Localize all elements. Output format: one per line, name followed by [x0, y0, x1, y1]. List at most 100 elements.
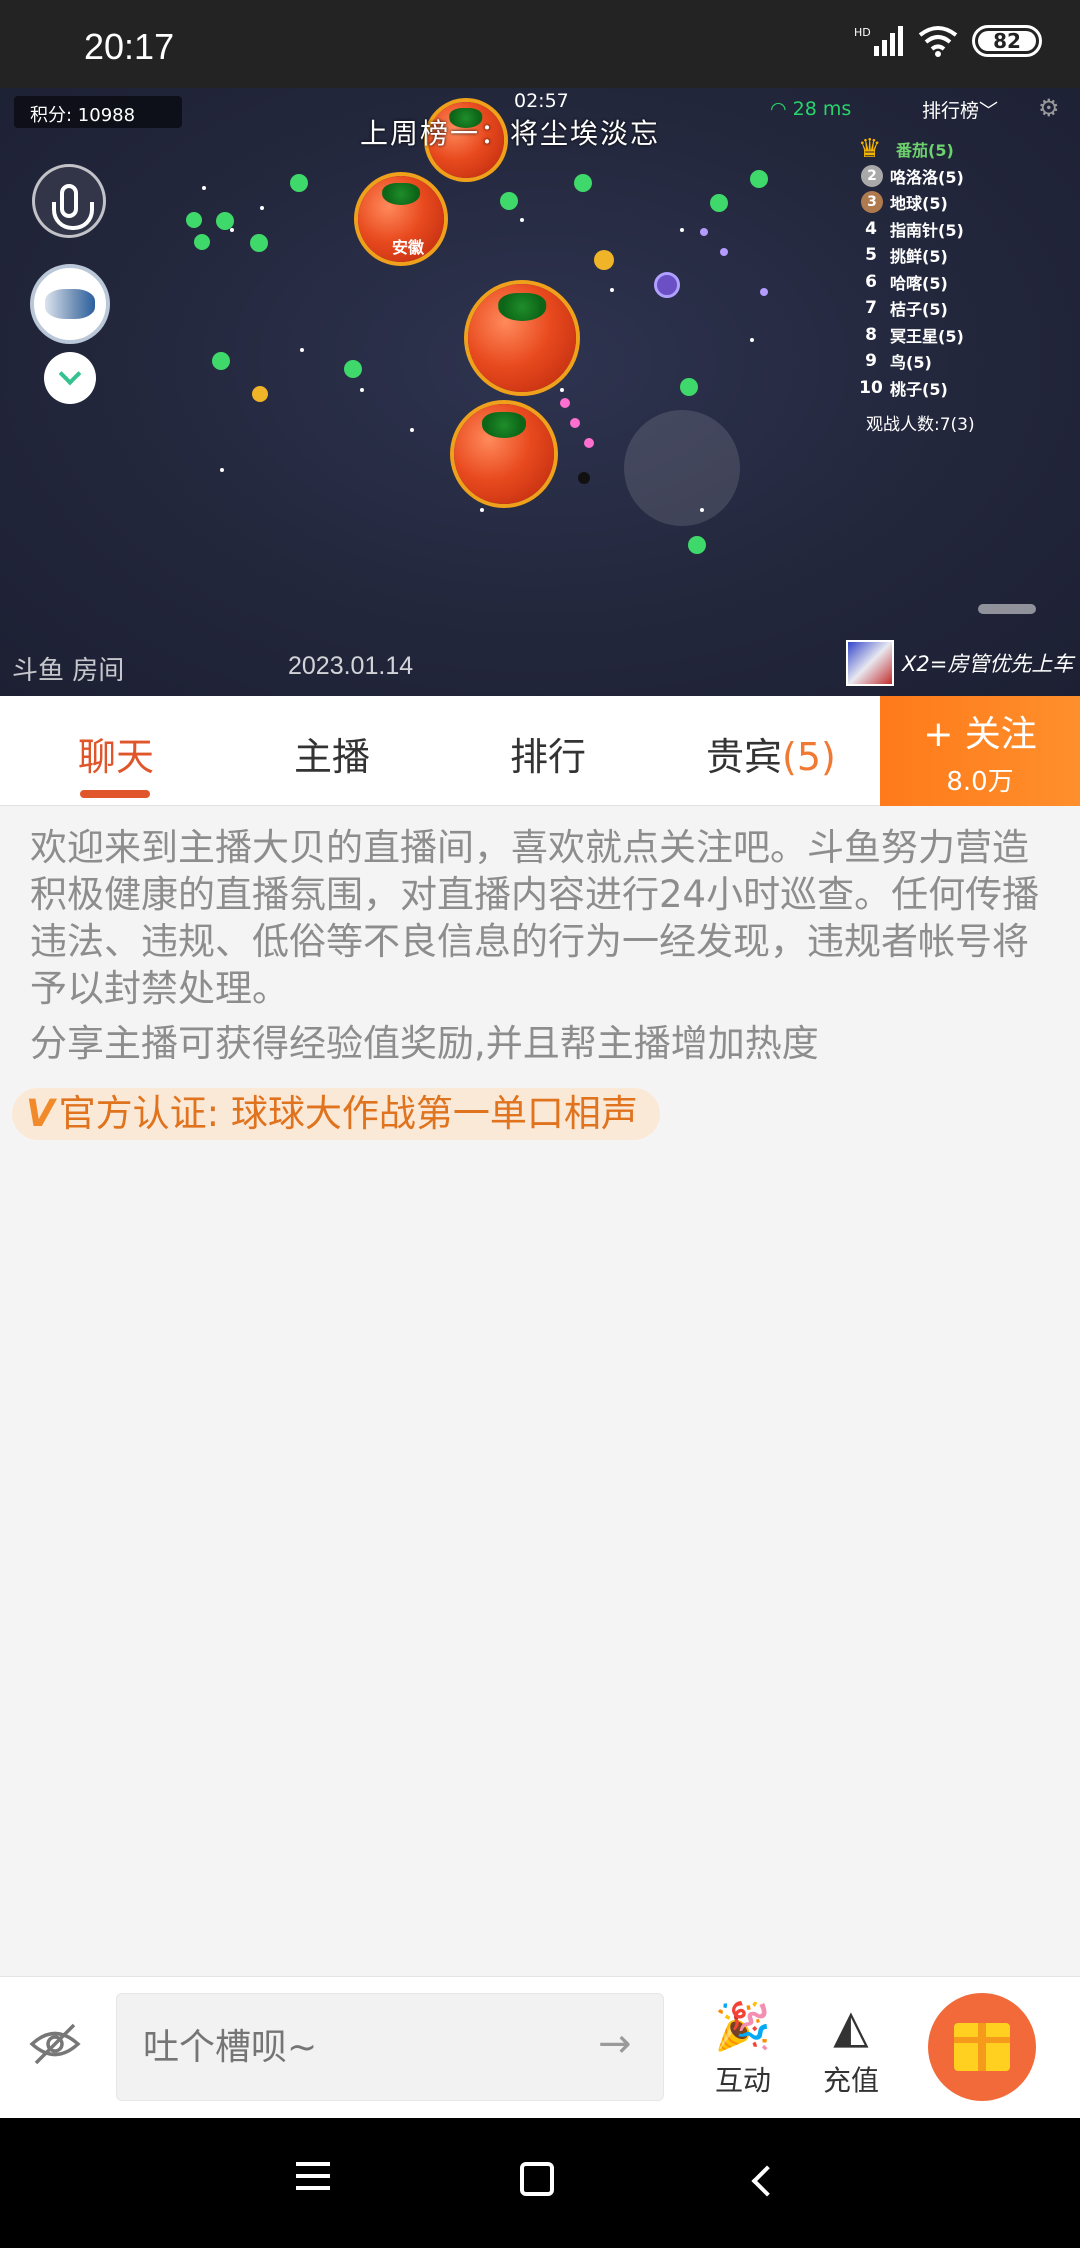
enemy-cell — [584, 438, 594, 448]
food-dot — [610, 288, 614, 292]
crown-icon: ♛ — [858, 134, 882, 165]
video-scroll-handle[interactable] — [978, 604, 1036, 614]
leaderboard-row: ♛ 番茄(5) — [858, 134, 954, 165]
leaderboard-row: 9 鸟(5) — [865, 351, 932, 373]
home-icon[interactable] — [520, 2162, 554, 2196]
joystick[interactable] — [624, 410, 740, 526]
chat-input-bar: → 🎉 互动 ◭ 充值 — [0, 1976, 1080, 2118]
gift-icon — [954, 2023, 1010, 2071]
verified-v-icon: V — [26, 1092, 55, 1135]
green-cell — [750, 170, 768, 188]
system-nav-bar — [0, 2118, 1080, 2248]
wifi-small-icon: ◠ — [770, 98, 793, 120]
leaderboard-row: 4 指南针(5) — [865, 218, 964, 240]
room-tabs: 聊天 主播 排行 贵宾(5) + 关注 8.0万 — [0, 696, 1080, 806]
food-dot — [750, 338, 754, 342]
green-cell — [290, 174, 308, 192]
enemy-cell — [570, 418, 580, 428]
enemy-cell — [760, 288, 768, 296]
share-tip-message: 分享主播可获得经验值奖励,并且帮主播增加热度 — [30, 1022, 819, 1065]
follow-button[interactable]: + 关注 8.0万 — [880, 696, 1080, 806]
promo-overlay: X2=房管优先上车 — [846, 640, 1073, 686]
score-display: 积分: 10988 — [14, 96, 182, 128]
green-cell — [710, 194, 728, 212]
leaderboard-row: 2 咯洛洛(5) — [858, 163, 1058, 190]
spectator-count: 观战人数:7(3) — [866, 415, 975, 435]
food-dot — [410, 428, 414, 432]
status-bar: 20:17 HD 82 — [0, 0, 1080, 88]
green-cell — [216, 212, 234, 230]
tab-ranking[interactable]: 排行 — [510, 726, 586, 781]
green-cell — [194, 234, 210, 250]
enemy-cell — [700, 228, 708, 236]
verified-badge: V 官方认证: 球球大作战第一单口相声 — [12, 1088, 660, 1140]
live-video-player[interactable]: 安徽 积分: 10988 02:57 上周榜一：将尘埃淡忘 ◠ 28 ms 排行… — [0, 88, 1080, 696]
food-dot — [360, 388, 364, 392]
chat-panel[interactable]: 欢迎来到主播大贝的直播间，喜欢就点关注吧。斗鱼努力营造积极健康的直播氛围，对直播… — [0, 806, 1080, 1976]
wifi-icon — [918, 26, 958, 57]
tomato-cell — [454, 404, 554, 504]
enemy-cell — [252, 386, 268, 402]
follow-label: + 关注 — [923, 713, 1037, 755]
recharge-label: 充值 — [822, 2064, 879, 2097]
leaderboard-toggle[interactable]: 排行榜﹀ — [922, 96, 998, 123]
tab-vip[interactable]: 贵宾(5) — [706, 726, 836, 781]
ping-indicator: ◠ 28 ms — [770, 98, 852, 120]
status-time: 20:17 — [84, 26, 175, 67]
follower-count: 8.0万 — [946, 766, 1014, 797]
food-dot — [220, 468, 224, 472]
food-dot — [202, 186, 206, 190]
leaderboard-row: 10 桃子(5) — [859, 377, 948, 399]
leaderboard-row: 3 地球(5) — [858, 189, 1058, 216]
enemy-cell — [654, 272, 680, 298]
top-donor-banner: 上周榜一：将尘埃淡忘 — [360, 117, 661, 150]
gift-button[interactable] — [928, 1993, 1036, 2101]
mic-button[interactable] — [32, 164, 106, 238]
food-dot — [300, 348, 304, 352]
stream-date: 2023.01.14 — [288, 652, 414, 680]
battery-indicator: 82 — [972, 25, 1042, 57]
food-dot — [230, 228, 234, 232]
game-leaderboard: ♛ 番茄(5) 2 咯洛洛(5) 3 地球(5) 4 指南针(5) 5 挑鲜(5) 6 哈喀… — [858, 134, 1058, 401]
food-dot — [520, 218, 524, 222]
recharge-button[interactable]: ◭ 充值 — [806, 1993, 896, 2103]
tab-vip-label: 贵宾 — [706, 735, 783, 779]
tab-anchor[interactable]: 主播 — [294, 726, 370, 781]
douyu-watermark: 斗鱼 房间 — [12, 656, 125, 686]
hide-danmaku-icon[interactable] — [28, 2017, 82, 2071]
food-dot — [680, 228, 684, 232]
green-cell — [688, 536, 706, 554]
leaderboard-row: 5 挑鲜(5) — [865, 245, 948, 267]
game-timer: 02:57 — [514, 90, 569, 112]
enemy-cell — [578, 472, 590, 484]
collapse-button[interactable] — [44, 352, 96, 404]
send-arrow-icon[interactable]: → — [598, 2021, 632, 2067]
signal-icon: HD — [854, 26, 903, 56]
green-cell — [344, 360, 362, 378]
active-tab-indicator — [80, 790, 150, 798]
skill-button[interactable] — [30, 264, 110, 344]
comment-input[interactable] — [116, 1993, 664, 2101]
gear-icon[interactable]: ⚙ — [1038, 94, 1064, 122]
promo-thumbnail — [846, 640, 894, 686]
skill-icon — [45, 289, 95, 319]
tab-chat[interactable]: 聊天 — [78, 726, 154, 781]
enemy-cell — [560, 398, 570, 408]
green-cell — [212, 352, 230, 370]
tomato-cell-label: 安徽 — [392, 238, 425, 257]
party-popper-icon: 🎉 — [714, 1999, 772, 2053]
leaderboard-row: 6 哈喀(5) — [865, 271, 948, 293]
green-cell — [680, 378, 698, 396]
enemy-cell — [720, 248, 728, 256]
green-cell — [574, 174, 592, 192]
fish-fin-icon: ◭ — [833, 1999, 869, 2053]
interact-label: 互动 — [714, 2064, 771, 2097]
back-icon[interactable] — [751, 2165, 783, 2197]
menu-icon[interactable] — [296, 2162, 330, 2198]
food-dot — [260, 206, 264, 210]
enemy-cell — [594, 250, 614, 270]
microphone-icon — [52, 184, 94, 230]
green-cell — [250, 234, 268, 252]
green-cell — [186, 212, 202, 228]
interact-button[interactable]: 🎉 互动 — [698, 1993, 788, 2103]
